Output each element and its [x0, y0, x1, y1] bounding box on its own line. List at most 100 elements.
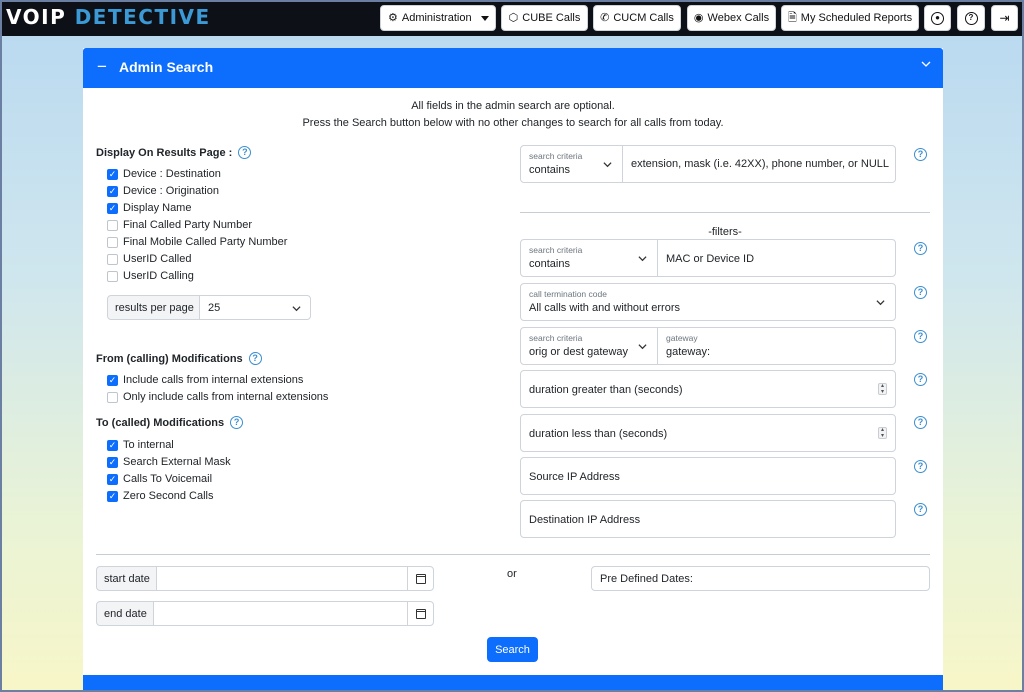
gateway-input[interactable]: gateway gateway: — [657, 327, 896, 365]
source-ip-placeholder: Source IP Address — [529, 471, 620, 483]
administration-dropdown-button[interactable]: ⚙ Administration — [380, 5, 496, 31]
duration-less-input[interactable]: duration less than (seconds) ▴ ▾ — [520, 414, 896, 452]
calendar-icon[interactable] — [416, 574, 426, 584]
help-button[interactable]: ? — [957, 5, 985, 31]
logout-button[interactable]: ⇥ — [991, 5, 1018, 31]
from-mod-title-text: From (calling) Modifications — [96, 352, 243, 365]
checkbox-checked[interactable]: ✓ — [107, 374, 118, 386]
mac-device-placeholder: MAC or Device ID — [666, 253, 755, 265]
search-button[interactable]: Search — [487, 637, 538, 662]
call-termination-value: All calls with and without errors — [529, 302, 681, 314]
document-icon: 🗎 — [787, 11, 797, 24]
checkbox-device-origination[interactable]: ✓ Device : Origination — [107, 185, 219, 197]
checkbox-label: To internal — [123, 439, 174, 451]
admin-search-header[interactable]: − Admin Search — [83, 48, 943, 88]
checkbox-checked[interactable]: ✓ — [107, 168, 118, 180]
checkbox-unchecked[interactable] — [107, 270, 118, 282]
search-criteria-select-1[interactable]: search criteria contains — [520, 145, 623, 183]
checkbox-checked[interactable]: ✓ — [107, 473, 118, 485]
chevron-down-icon — [638, 256, 647, 262]
filters-label: -filters- — [708, 226, 742, 238]
search-criteria-select-3[interactable]: search criteria orig or dest gateway — [520, 327, 658, 365]
destination-ip-placeholder: Destination IP Address — [529, 514, 641, 526]
help-icon[interactable]: ? — [914, 503, 927, 516]
mac-device-input[interactable]: MAC or Device ID — [657, 239, 896, 277]
search-criteria-value: contains — [529, 258, 570, 270]
intro-line-1: All fields in the admin search are optio… — [411, 100, 615, 112]
cube-calls-button[interactable]: ⬡ CUBE Calls — [501, 5, 588, 31]
search-criteria-value: contains — [529, 164, 570, 176]
cucm-calls-button[interactable]: ✆ CUCM Calls — [593, 5, 681, 31]
checkbox-zero-second-calls[interactable]: ✓ Zero Second Calls — [107, 490, 214, 502]
checkbox-checked[interactable]: ✓ — [107, 490, 118, 502]
help-icon[interactable]: ? — [914, 460, 927, 473]
checkbox-checked[interactable]: ✓ — [107, 456, 118, 468]
search-criteria-value: orig or dest gateway — [529, 346, 629, 358]
webex-calls-button[interactable]: ◉ Webex Calls — [687, 5, 776, 31]
checkbox-final-called-party[interactable]: Final Called Party Number — [107, 219, 252, 231]
number-spinner-icon[interactable]: ▴ ▾ — [878, 427, 887, 439]
help-icon[interactable]: ? — [914, 148, 927, 161]
end-date-input[interactable] — [153, 601, 434, 626]
help-icon[interactable]: ? — [230, 416, 244, 429]
to-mod-title-text: To (called) Modifications — [96, 416, 225, 429]
checkbox-device-destination[interactable]: ✓ Device : Destination — [107, 168, 221, 180]
start-date-input[interactable] — [156, 566, 434, 591]
predefined-dates-select[interactable]: Pre Defined Dates: — [591, 566, 930, 591]
checkbox-calls-to-voicemail[interactable]: ✓ Calls To Voicemail — [107, 473, 212, 485]
checkbox-checked[interactable]: ✓ — [107, 439, 118, 451]
checkbox-checked[interactable]: ✓ — [107, 185, 118, 197]
help-icon[interactable]: ? — [914, 286, 927, 299]
checkbox-search-external-mask[interactable]: ✓ Search External Mask — [107, 456, 231, 468]
scheduled-reports-button[interactable]: 🗎 My Scheduled Reports — [781, 5, 919, 31]
destination-ip-input[interactable]: Destination IP Address — [520, 500, 896, 538]
checkbox-checked[interactable]: ✓ — [107, 202, 118, 214]
help-icon[interactable]: ? — [914, 373, 927, 386]
help-icon[interactable]: ? — [238, 146, 252, 159]
checkbox-label: Device : Origination — [123, 185, 219, 197]
user-icon: ● — [931, 11, 944, 25]
call-termination-label: call termination code — [529, 289, 607, 299]
intro-line-2: Press the Search button below with no ot… — [302, 117, 724, 129]
app-logo[interactable]: VOIP DETECTIVE — [6, 5, 211, 29]
search-criteria-select-2[interactable]: search criteria contains — [520, 239, 658, 277]
checkbox-include-internal[interactable]: ✓ Include calls from internal extensions — [107, 374, 303, 386]
checkbox-label: Only include calls from internal extensi… — [123, 391, 329, 403]
cube-icon: ⬡ — [508, 11, 519, 24]
chevron-down-icon — [876, 300, 885, 306]
next-panel-header[interactable] — [83, 675, 943, 692]
user-profile-button[interactable]: ● — [924, 5, 951, 31]
help-icon[interactable]: ? — [914, 416, 927, 429]
number-spinner-icon[interactable]: ▴ ▾ — [878, 383, 887, 395]
checkbox-userid-called[interactable]: UserID Called — [107, 253, 191, 265]
checkbox-unchecked[interactable] — [107, 391, 118, 403]
checkbox-userid-calling[interactable]: UserID Calling — [107, 270, 194, 282]
help-icon[interactable]: ? — [914, 242, 927, 255]
checkbox-unchecked[interactable] — [107, 253, 118, 265]
checkbox-unchecked[interactable] — [107, 219, 118, 231]
checkbox-to-internal[interactable]: ✓ To internal — [107, 439, 174, 451]
checkbox-final-mobile-called-party[interactable]: Final Mobile Called Party Number — [107, 236, 287, 248]
chevron-down-icon — [292, 306, 301, 312]
source-ip-input[interactable]: Source IP Address — [520, 457, 896, 495]
gateway-label: gateway — [666, 333, 698, 343]
help-icon[interactable]: ? — [248, 352, 262, 365]
chevron-down-icon — [921, 61, 931, 67]
extension-search-input[interactable]: extension, mask (i.e. 42XX), phone numbe… — [622, 145, 896, 183]
checkbox-display-name[interactable]: ✓ Display Name — [107, 202, 191, 214]
divider — [96, 554, 930, 555]
logo-text-detective: DETECTIVE — [74, 5, 211, 29]
record-circle-icon: ◉ — [693, 11, 704, 24]
calendar-icon[interactable] — [416, 609, 426, 619]
checkbox-only-internal[interactable]: Only include calls from internal extensi… — [107, 391, 328, 403]
admin-search-card: − Admin Search All fields in the admin s… — [83, 48, 943, 692]
call-termination-select[interactable]: call termination code All calls with and… — [520, 283, 896, 321]
results-per-page-select[interactable]: 25 — [199, 295, 311, 320]
predefined-dates-label: Pre Defined Dates: — [600, 573, 693, 585]
gateway-value: gateway: — [666, 346, 711, 358]
checkbox-unchecked[interactable] — [107, 236, 118, 248]
help-icon[interactable]: ? — [914, 330, 927, 343]
display-title-text: Display On Results Page : — [96, 146, 233, 159]
duration-greater-input[interactable]: duration greater than (seconds) ▴ ▾ — [520, 370, 896, 408]
end-date-label: end date — [96, 601, 154, 626]
